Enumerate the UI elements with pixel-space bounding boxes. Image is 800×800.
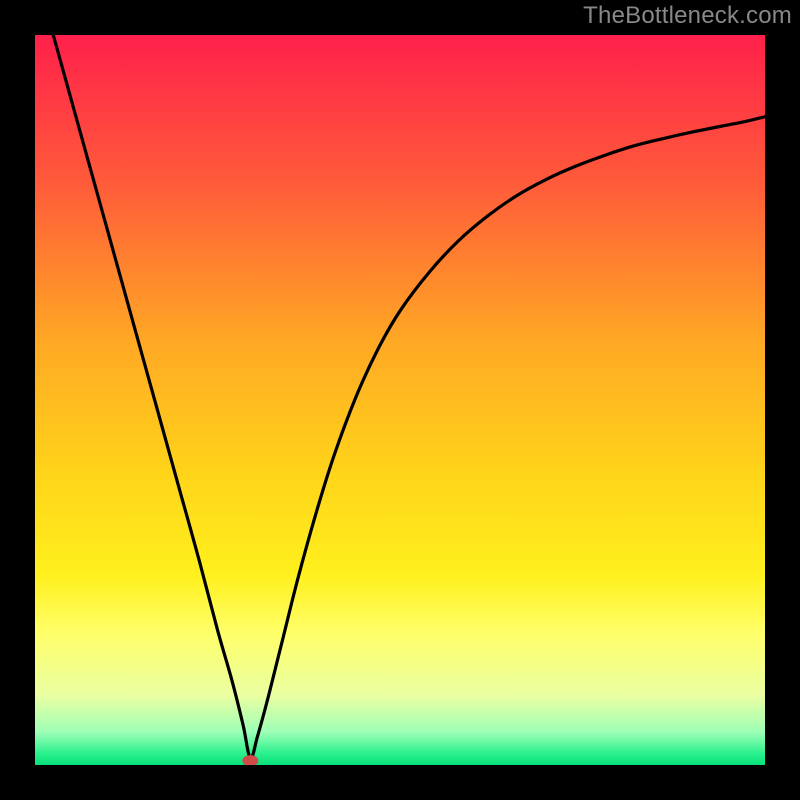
chart-plot-area [35, 35, 765, 765]
gradient-background [35, 35, 765, 765]
chart-frame: TheBottleneck.com [0, 0, 800, 800]
watermark-text: TheBottleneck.com [583, 2, 792, 30]
chart-svg [35, 35, 765, 765]
